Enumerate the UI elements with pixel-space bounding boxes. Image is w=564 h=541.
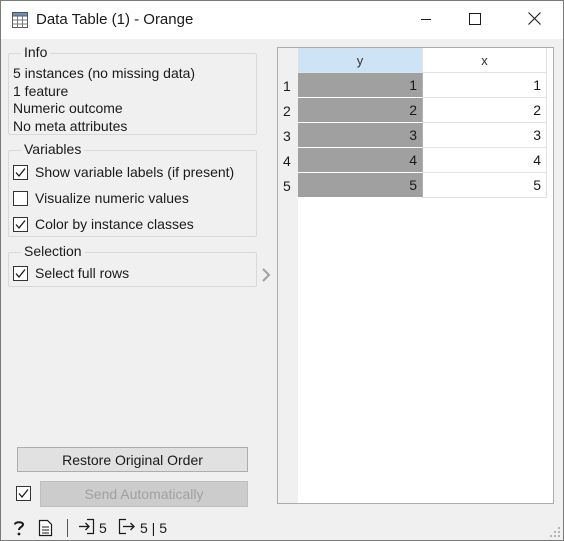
color-by-instance-classes-label: Color by instance classes bbox=[35, 216, 194, 232]
output-count: 5 | 5 bbox=[140, 520, 167, 536]
info-meta: No meta attributes bbox=[13, 117, 128, 134]
checkbox-checked-icon[interactable] bbox=[13, 265, 28, 281]
send-automatically-checkbox[interactable] bbox=[16, 486, 31, 501]
minimize-button[interactable] bbox=[403, 1, 449, 39]
table-cell-x[interactable]: 1 bbox=[423, 73, 547, 98]
table-cell-x[interactable]: 5 bbox=[423, 173, 547, 198]
column-header-y[interactable]: y bbox=[298, 48, 423, 73]
table-cell-x[interactable]: 2 bbox=[423, 98, 547, 123]
info-lines: 5 instances (no missing data) 1 feature … bbox=[13, 65, 195, 135]
title-bar[interactable]: Data Table (1) - Orange bbox=[1, 1, 563, 39]
visualize-numeric-values-label: Visualize numeric values bbox=[35, 190, 189, 206]
visualize-numeric-values-checkbox[interactable]: Visualize numeric values bbox=[13, 188, 189, 208]
column-header-x[interactable]: x bbox=[423, 48, 547, 73]
send-automatically-button[interactable]: Send Automatically bbox=[40, 481, 248, 507]
window-title: Data Table (1) - Orange bbox=[36, 11, 194, 28]
status-bar: 5 5 | 5 bbox=[1, 513, 563, 541]
info-group: Info 5 instances (no missing data) 1 fea… bbox=[8, 44, 257, 135]
row-header[interactable]: 3 bbox=[278, 123, 298, 148]
variables-group-title: Variables bbox=[21, 141, 85, 157]
restore-original-order-button[interactable]: Restore Original Order bbox=[17, 447, 248, 472]
table-cell-y[interactable]: 1 bbox=[298, 73, 423, 98]
status-separator bbox=[67, 519, 68, 537]
info-group-title: Info bbox=[21, 44, 51, 60]
show-variable-labels-checkbox[interactable]: Show variable labels (if present) bbox=[13, 162, 234, 182]
output-icon bbox=[118, 518, 136, 538]
chevron-right-icon[interactable] bbox=[260, 267, 272, 283]
row-header[interactable]: 2 bbox=[278, 98, 298, 123]
input-summary[interactable]: 5 bbox=[78, 518, 107, 538]
show-variable-labels-label: Show variable labels (if present) bbox=[35, 164, 235, 180]
row-header[interactable]: 5 bbox=[278, 173, 298, 198]
table-cell-y[interactable]: 2 bbox=[298, 98, 423, 123]
help-icon[interactable] bbox=[11, 519, 27, 537]
input-count: 5 bbox=[99, 520, 107, 536]
selection-group-title: Selection bbox=[21, 243, 85, 259]
info-instances: 5 instances (no missing data) bbox=[13, 65, 196, 81]
checkbox-checked-icon[interactable] bbox=[13, 216, 28, 232]
output-summary[interactable]: 5 | 5 bbox=[118, 518, 167, 538]
table-cell-y[interactable]: 5 bbox=[298, 173, 423, 198]
color-by-instance-classes-checkbox[interactable]: Color by instance classes bbox=[13, 214, 194, 234]
select-full-rows-checkbox[interactable]: Select full rows bbox=[13, 263, 129, 283]
info-outcome: Numeric outcome bbox=[13, 100, 123, 116]
select-full-rows-label: Select full rows bbox=[35, 265, 130, 281]
minimize-icon bbox=[420, 12, 432, 28]
report-icon[interactable] bbox=[38, 519, 53, 537]
close-button[interactable] bbox=[511, 1, 557, 39]
selection-group: Selection Select full rows bbox=[8, 243, 257, 287]
maximize-button[interactable] bbox=[452, 1, 498, 39]
table-icon bbox=[12, 12, 28, 28]
row-header[interactable]: 1 bbox=[278, 73, 298, 98]
table-corner[interactable] bbox=[278, 48, 298, 73]
resize-grip-icon[interactable] bbox=[549, 525, 561, 537]
data-table[interactable]: y x 1 1 1 2 2 2 3 3 3 4 4 4 5 5 5 bbox=[277, 47, 554, 504]
checkbox-checked-icon[interactable] bbox=[13, 164, 28, 180]
input-icon bbox=[78, 518, 95, 538]
table-cell-y[interactable]: 3 bbox=[298, 123, 423, 148]
data-table-window: Data Table (1) - Orange Info 5 instances… bbox=[0, 0, 564, 541]
table-cell-x[interactable]: 3 bbox=[423, 123, 547, 148]
maximize-icon bbox=[469, 12, 481, 28]
data-table-viewport[interactable]: y x 1 1 1 2 2 2 3 3 3 4 4 4 5 5 5 bbox=[278, 48, 553, 503]
variables-group: Variables Show variable labels (if prese… bbox=[8, 141, 257, 237]
close-icon bbox=[527, 12, 541, 28]
table-cell-x[interactable]: 4 bbox=[423, 148, 547, 173]
table-cell-y[interactable]: 4 bbox=[298, 148, 423, 173]
row-header[interactable]: 4 bbox=[278, 148, 298, 173]
checkbox-unchecked-icon[interactable] bbox=[13, 190, 28, 206]
info-features: 1 feature bbox=[13, 82, 69, 99]
row-header-empty bbox=[278, 198, 298, 503]
